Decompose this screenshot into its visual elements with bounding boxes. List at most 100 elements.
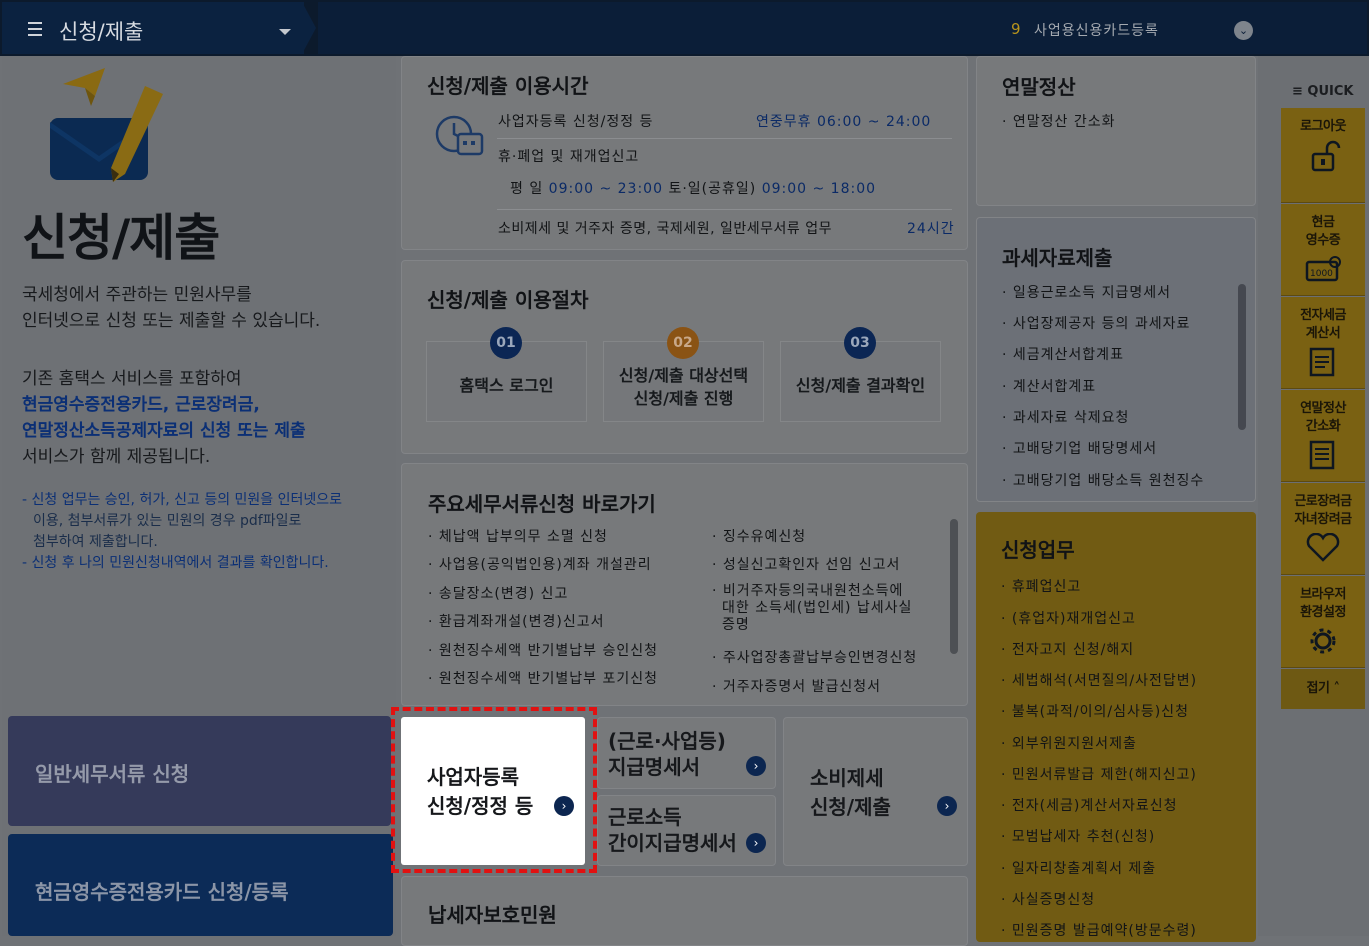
invoice-icon (1309, 347, 1335, 377)
shortcut-link[interactable]: · 징수유예신청 (712, 526, 806, 546)
yearend-title: 연말정산 (1002, 75, 1076, 99)
document-list-icon (1309, 440, 1335, 470)
hours-row-label: 사업자등록 신청/정정 등 (498, 114, 654, 130)
weekday-time: 09:00 ~ 23:00 (548, 181, 663, 197)
incentive-quick[interactable]: 근로장려금 자녀장려금 (1281, 483, 1365, 575)
hours-row-time: 평 일 09:00 ~ 23:00 토·일(공휴일) 09:00 ~ 18:00 (510, 178, 876, 198)
step-label: 신청/제출 결과확인 (795, 376, 926, 395)
shortcut-link[interactable]: · 체납액 납부의무 소멸 신청 (428, 526, 608, 546)
apply-link[interactable]: · 세법해석(서면질의/사전답변) (1001, 670, 1197, 690)
hero-description: 국세청에서 주관하는 민원사무를 인터넷으로 신청 또는 제출할 수 있습니다. (22, 282, 320, 334)
note-line[interactable]: - 신청 후 나의 민원신청내역에서 결과를 확인합니다. (22, 553, 362, 574)
tile-label: 소비제세 (810, 766, 884, 790)
arrow-right-icon[interactable]: › (746, 833, 766, 853)
step-label: 신청/제출 진행 (633, 389, 734, 408)
hero-services-line: 서비스가 함께 제공됩니다. (22, 447, 211, 467)
simple-payment-tile[interactable]: 근로소득 간이지급명세서 › (597, 795, 776, 866)
hero-services-highlight: 연말정산소득공제자료의 신청 또는 제출 (22, 421, 306, 441)
notice-link[interactable]: 사업용신용카드등록 (1034, 20, 1159, 40)
hours-row-label: 휴·폐업 및 재개업신고 (498, 149, 640, 165)
hours-title: 신청/제출 이용시간 (427, 74, 589, 98)
step-number: 01 (490, 327, 522, 359)
notice-number: 9 (1011, 20, 1021, 38)
weekday-label: 평 일 (510, 181, 544, 197)
menu-selector[interactable]: 신청/제출 (2, 2, 304, 54)
taxdata-link[interactable]: · 세금계산서합계표 (1002, 344, 1124, 364)
general-tax-docs-button[interactable]: 일반세무서류 신청 (8, 716, 391, 826)
hours-time-value: 연중무휴 06:00 ~ 24:00 (756, 114, 932, 130)
top-bar: 신청/제출 9 사업용신용카드등록 ⌄ (0, 0, 1369, 56)
hero-services-highlight: 현금영수증전용카드, 근로장려금, (22, 395, 260, 415)
shortcut-link[interactable]: · 거주자증명서 발급신청서 (712, 676, 881, 696)
apply-link[interactable]: · 민원서류발급 제한(해지신고) (1001, 764, 1197, 784)
consumption-tax-tile[interactable]: 소비제세 신청/제출 › (783, 717, 968, 866)
apply-link[interactable]: · 휴폐업신고 (1001, 576, 1081, 596)
shortcut-link[interactable]: · 사업용(공익법인용)계좌 개설관리 (428, 554, 652, 574)
shortcut-link[interactable]: · 주사업장총괄납부승인변경신청 (712, 647, 917, 667)
cash-receipt-card-button[interactable]: 현금영수증전용카드 신청/등록 (8, 834, 393, 936)
apply-title: 신청업무 (1001, 538, 1075, 562)
payment-statement-tile[interactable]: (근로·사업등) 지급명세서 › (597, 717, 776, 789)
taxdata-link[interactable]: · 계산서합계표 (1002, 376, 1096, 396)
hours-row-label: 소비제세 및 거주자 증명, 국제세원, 일반세무서류 업무 (498, 221, 832, 237)
taxdata-link[interactable]: · 과세자료 삭제요청 (1002, 407, 1129, 427)
apply-card: 신청업무 · 휴폐업신고 · (휴업자)재개업신고 · 전자고지 신청/해지 ·… (976, 512, 1256, 942)
apply-link[interactable]: · (휴업자)재개업신고 (1001, 608, 1136, 628)
apply-link[interactable]: · 일자리창출계획서 제출 (1001, 858, 1156, 878)
shortcut-link[interactable]: · 원천징수세액 반기별납부 승인신청 (428, 640, 658, 660)
hero-desc-line: 국세청에서 주관하는 민원사무를 (22, 285, 252, 305)
gear-icon (1310, 628, 1336, 654)
chevron-down-icon[interactable]: ⌄ (1234, 21, 1253, 40)
collapse-quick-button[interactable]: 접기 ˄ (1281, 669, 1365, 709)
e-invoice-quick[interactable]: 전자세금 계산서 (1281, 297, 1365, 389)
apply-link[interactable]: · 전자(세금)계산서자료신청 (1001, 795, 1178, 815)
apply-link[interactable]: · 외부위원지원서제출 (1001, 733, 1137, 753)
shortcut-link[interactable]: · 송달장소(변경) 신고 (428, 583, 568, 603)
yearend-link[interactable]: · 연말정산 간소화 (1002, 111, 1116, 131)
hours-row-time: 24시간 (907, 218, 955, 238)
divider (497, 138, 952, 139)
weekend-label: 토·일(공휴일) (668, 181, 757, 197)
arrow-right-icon[interactable]: › (746, 756, 766, 776)
divider (497, 209, 952, 210)
logout-button[interactable]: 로그아웃 (1281, 108, 1365, 203)
shortcut-link[interactable]: · 비거주자등의국내원천소득에 대한 소득세(법인세) 납세사실 증명 (712, 583, 912, 634)
arrow-right-icon[interactable]: › (937, 796, 957, 816)
hero-services-line: 기존 홈택스 서비스를 포함하여 (22, 369, 242, 389)
scrollbar[interactable] (1238, 284, 1246, 430)
hamburger-icon[interactable] (28, 22, 42, 36)
scrollbar[interactable] (950, 519, 958, 654)
taxdata-link[interactable]: · 고배당기업 배당명세서 (1002, 438, 1157, 458)
cash-receipt-quick[interactable]: 현금 영수증 1000 (1281, 204, 1365, 296)
apply-link[interactable]: · 모범납세자 추천(신청) (1001, 826, 1155, 846)
taxdata-link[interactable]: · 사업장제공자 등의 과세자료 (1002, 313, 1190, 333)
page-title: 신청/제출 (22, 209, 220, 267)
quick-label: 브라우저 환경설정 (1300, 587, 1346, 620)
protection-title: 납세자보호민원 (428, 903, 557, 927)
hero-notes: - 신청 업무는 승인, 허가, 신고 등의 민원을 인터넷으로 이용, 첨부서… (22, 490, 362, 574)
caret-down-icon[interactable] (279, 29, 291, 35)
apply-link[interactable]: · 불복(과적/이의/심사등)신청 (1001, 701, 1189, 721)
menu-arrow-shape (302, 2, 316, 54)
badge-1000-text: 1000 (1310, 269, 1333, 279)
apply-link[interactable]: · 사실증명신청 (1001, 889, 1095, 909)
apply-link[interactable]: · 전자고지 신청/해지 (1001, 639, 1134, 659)
yearend-quick[interactable]: 연말정산 간소화 (1281, 390, 1365, 482)
shortcut-link[interactable]: · 성실신고확인자 선임 신고서 (712, 554, 900, 574)
taxdata-link[interactable]: · 일용근로소득 지급명세서 (1002, 282, 1171, 302)
browser-settings-quick[interactable]: 브라우저 환경설정 (1281, 576, 1365, 668)
apply-link[interactable]: · 민원증명 발급예약(방문수령) (1001, 920, 1197, 940)
tile-label: 신청/제출 (810, 795, 891, 819)
procedure-title: 신청/제출 이용절차 (427, 288, 589, 312)
step-number: 02 (667, 327, 699, 359)
quick-label: 연말정산 간소화 (1300, 401, 1346, 434)
step-number: 03 (844, 327, 876, 359)
taxdata-link[interactable]: · 고배당기업 배당소득 원천징수 (1002, 470, 1204, 490)
shortcut-link[interactable]: · 원천징수세액 반기별납부 포기신청 (428, 668, 658, 688)
quick-label: 전자세금 계산서 (1300, 308, 1346, 341)
shortcut-link[interactable]: · 환급계좌개설(변경)신고서 (428, 611, 605, 631)
shortcuts-card: 주요세무서류신청 바로가기 · 체납액 납부의무 소멸 신청 · 사업용(공익법… (401, 463, 968, 706)
quick-collapse-label: 접기 ˄ (1306, 681, 1340, 696)
quick-header: ≡ QUICK (1292, 84, 1354, 99)
envelope-pen-icon (50, 68, 163, 182)
